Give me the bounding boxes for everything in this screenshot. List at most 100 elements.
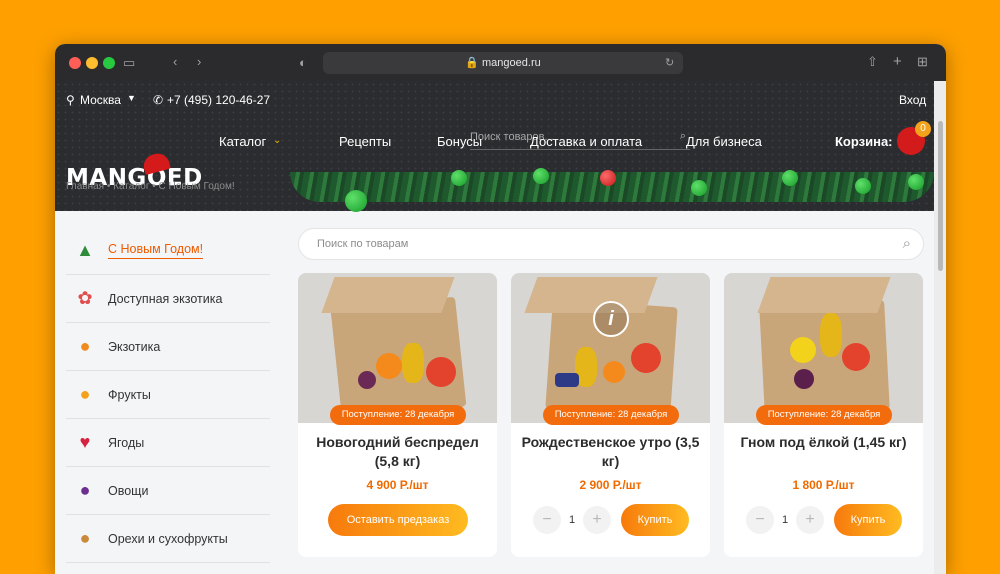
increase-button[interactable]: + — [796, 506, 824, 534]
buy-button[interactable]: Купить — [834, 504, 902, 536]
product-price: 1 800 Р./шт — [792, 478, 855, 492]
quantity-stepper: − 1 + — [746, 506, 824, 534]
chevron-down-icon: ⌄ — [273, 135, 282, 146]
product-card[interactable]: i Поступление: 28 декабря Рождественское… — [511, 273, 710, 557]
phone-icon: ✆ — [153, 93, 164, 107]
sidebar-item-vegetables[interactable]: ● Овощи — [66, 467, 270, 515]
quantity-value[interactable]: 1 — [774, 514, 796, 526]
product-price: 2 900 Р./шт — [579, 478, 642, 492]
pineapple-fruit — [820, 313, 842, 357]
sidebar-item-exotic[interactable]: ● Экзотика — [66, 323, 270, 371]
page-scrollbar[interactable] — [934, 81, 946, 574]
address-bar[interactable]: 🔒 mangoed.ru — [323, 52, 683, 74]
arrival-badge: Поступление: 28 декабря — [330, 405, 466, 425]
box-flap — [524, 277, 658, 313]
url-text: mangoed.ru — [482, 57, 541, 69]
lock-icon: 🔒 — [465, 57, 479, 69]
minimize-window-button[interactable] — [86, 57, 98, 69]
sidebar-item-label: Доступная экзотика — [108, 291, 223, 306]
sidebar-item-affordable-exotic[interactable]: ✿ Доступная экзотика — [66, 275, 270, 323]
city-selector[interactable]: Москва — [80, 93, 121, 107]
forward-arrow-icon[interactable]: › — [197, 54, 201, 69]
browser-toolbar: ▭ ‹ › ◐ 🔒 mangoed.ru ↻ ⇧ + ⊞ — [55, 44, 946, 81]
breadcrumb[interactable]: Главная • Каталог • С Новым Годом! — [66, 181, 235, 192]
ornament-icon — [345, 190, 367, 212]
berry-icon: ♥ — [79, 432, 91, 452]
nav-business[interactable]: Для бизнеса — [686, 134, 762, 149]
papaya-icon: ● — [79, 336, 91, 356]
nav-recipes[interactable]: Рецепты — [339, 134, 391, 149]
pitaya-fruit — [790, 337, 816, 363]
sidebar-item-fruits[interactable]: ● Фрукты — [66, 371, 270, 419]
buy-button[interactable]: Купить — [621, 504, 689, 536]
mango-fruit — [426, 357, 456, 387]
sidebar-item-nuts[interactable]: ● Орехи и сухофрукты — [66, 515, 270, 563]
decrease-button[interactable]: − — [746, 506, 774, 534]
ornament-icon — [691, 180, 707, 196]
fruit-icon: ● — [79, 384, 91, 404]
chevron-down-icon: ▼ — [127, 93, 136, 103]
mango-fruit — [842, 343, 870, 371]
pineapple-fruit — [402, 343, 424, 383]
quantity-value[interactable]: 1 — [561, 514, 583, 526]
browser-window: ▭ ‹ › ◐ 🔒 mangoed.ru ↻ ⇧ + ⊞ ⚲ Москва ▼ … — [55, 44, 946, 574]
sidebar-item-label: Орехи и сухофрукты — [108, 531, 228, 546]
product-image[interactable]: Поступление: 28 декабря — [298, 273, 497, 425]
nav-delivery[interactable]: Доставка и оплата — [530, 134, 642, 149]
new-tab-icon[interactable]: + — [893, 53, 902, 70]
increase-button[interactable]: + — [583, 506, 611, 534]
cart-label[interactable]: Корзина: — [835, 134, 893, 149]
phone-number[interactable]: +7 (495) 120-46-27 — [167, 93, 270, 107]
sidebar-item-label: Фрукты — [108, 387, 151, 402]
nuts-icon: ● — [79, 528, 91, 548]
share-icon[interactable]: ⇧ — [867, 54, 878, 70]
tree-icon: ▲ — [76, 240, 94, 260]
product-card[interactable]: Поступление: 28 декабря Гном под ёлкой (… — [724, 273, 923, 557]
ornament-icon — [855, 178, 871, 194]
ornament-icon — [600, 170, 616, 186]
maximize-window-button[interactable] — [103, 57, 115, 69]
sidebar-item-label: Экзотика — [108, 339, 161, 354]
nav-catalog[interactable]: Каталог — [219, 134, 266, 149]
product-search-placeholder: Поиск по товарам — [317, 238, 409, 250]
product-image[interactable]: Поступление: 28 декабря — [724, 273, 923, 425]
sidebar-item-label: Ягоды — [108, 435, 145, 450]
reload-icon[interactable]: ↻ — [665, 56, 674, 69]
scrollbar-thumb[interactable] — [938, 121, 943, 271]
tab-overview-icon[interactable]: ⊞ — [917, 54, 928, 70]
ornament-icon — [782, 170, 798, 186]
product-search-input[interactable]: Поиск по товарам ⌕ — [298, 228, 924, 260]
location-icon: ⚲ — [66, 93, 75, 107]
category-sidebar: ▲ С Новым Годом! ✿ Доступная экзотика ● Экз… — [66, 227, 270, 563]
passion-fruit — [358, 371, 376, 389]
close-window-button[interactable] — [69, 57, 81, 69]
cart-count-badge: 0 — [915, 121, 931, 137]
mango-fruit — [631, 343, 661, 373]
shield-icon[interactable]: ◐ — [299, 55, 307, 70]
search-icon[interactable]: ⌕ — [903, 235, 911, 252]
sidebar-toggle-icon[interactable]: ▭ — [123, 55, 135, 71]
product-title[interactable]: Гном под ёлкой (1,45 кг) — [734, 433, 913, 452]
arrival-badge: Поступление: 28 декабря — [756, 405, 892, 425]
sidebar-item-new-year[interactable]: ▲ С Новым Годом! — [66, 227, 270, 275]
back-arrow-icon[interactable]: ‹ — [173, 54, 177, 69]
sidebar-item-label: Овощи — [108, 483, 149, 498]
info-icon[interactable]: i — [593, 301, 629, 337]
product-image[interactable]: i Поступление: 28 декабря — [511, 273, 710, 425]
blueberry-fruit — [555, 373, 579, 387]
product-title[interactable]: Новогодний беспредел (5,8 кг) — [308, 433, 487, 471]
login-link[interactable]: Вход — [899, 93, 926, 107]
nav-bonuses[interactable]: Бонусы — [437, 134, 482, 149]
orange-fruit — [603, 361, 625, 383]
exotic-icon: ✿ — [77, 288, 93, 308]
ornament-icon — [908, 174, 924, 190]
vegetable-icon: ● — [79, 480, 91, 500]
product-title[interactable]: Рождественское утро (3,5 кг) — [521, 433, 700, 471]
orange-fruit — [376, 353, 402, 379]
preorder-button[interactable]: Оставить предзаказ — [328, 504, 468, 536]
product-card[interactable]: Поступление: 28 декабря Новогодний беспр… — [298, 273, 497, 557]
sidebar-item-berries[interactable]: ♥ Ягоды — [66, 419, 270, 467]
decrease-button[interactable]: − — [533, 506, 561, 534]
ornament-icon — [451, 170, 467, 186]
arrival-badge: Поступление: 28 декабря — [543, 405, 679, 425]
